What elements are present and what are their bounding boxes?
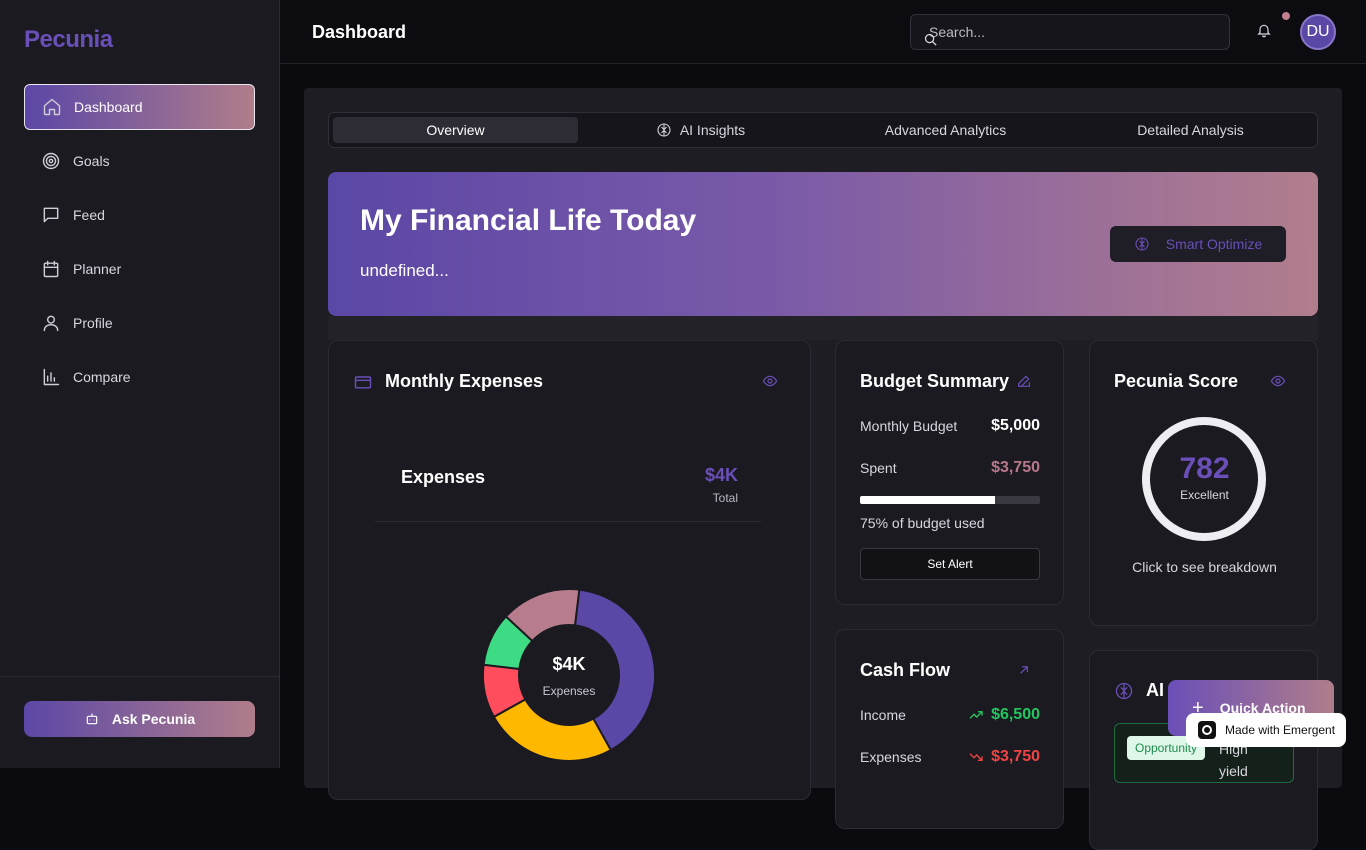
income-value: $6,500 xyxy=(991,706,1040,723)
ask-pecunia-label: Ask Pecunia xyxy=(111,711,196,727)
notification-dot xyxy=(1282,12,1290,20)
sidebar-item-feed[interactable]: Feed xyxy=(24,192,255,238)
credit-card-icon xyxy=(353,372,373,397)
hero-subtitle: undefined... xyxy=(360,261,449,280)
tab-label: Advanced Analytics xyxy=(884,122,1007,138)
sidebar-item-label: Compare xyxy=(73,369,131,385)
eye-icon[interactable] xyxy=(1270,373,1286,394)
tab-label: Overview xyxy=(426,122,485,138)
bell-icon xyxy=(1256,24,1272,42)
budget-note: 75% of budget used xyxy=(860,515,985,531)
expenses-value-group: $3,750 xyxy=(968,748,1040,766)
message-icon xyxy=(40,204,62,226)
pecunia-score-card[interactable]: Pecunia Score 782 Excellent Click to see… xyxy=(1089,340,1318,626)
income-value-group: $6,500 xyxy=(968,706,1040,724)
brand-logo[interactable]: Pecunia xyxy=(24,26,113,54)
donut-center-value: $4K xyxy=(552,654,585,674)
expenses-total-label: Total xyxy=(712,491,738,505)
trending-down-icon xyxy=(968,749,991,765)
set-alert-button[interactable]: Set Alert xyxy=(860,548,1040,580)
trending-up-icon xyxy=(968,707,991,723)
sidebar-item-label: Goals xyxy=(73,153,110,169)
tab-overview[interactable]: Overview xyxy=(333,117,578,143)
avatar[interactable]: DU xyxy=(1300,14,1336,50)
bot-icon xyxy=(84,711,112,727)
sidebar-item-goals[interactable]: Goals xyxy=(24,138,255,184)
card-title: Budget Summary xyxy=(860,371,1010,391)
smart-optimize-button[interactable]: Smart Optimize xyxy=(1110,226,1286,262)
brain-icon xyxy=(656,122,680,138)
sidebar-item-label: Dashboard xyxy=(74,99,143,115)
sidebar-item-label: Profile xyxy=(73,315,113,331)
tab-ai-insights[interactable]: AI Insights xyxy=(578,117,823,143)
sidebar-footer: Ask Pecunia xyxy=(0,676,280,768)
ask-pecunia-button[interactable]: Ask Pecunia xyxy=(24,701,255,737)
home-icon xyxy=(41,96,63,118)
spent-label: Spent xyxy=(860,460,897,476)
budget-progress-fill xyxy=(860,496,995,504)
arrow-up-right-icon[interactable] xyxy=(1016,662,1032,683)
score-hint: Click to see breakdown xyxy=(1132,559,1277,575)
smart-optimize-label: Smart Optimize xyxy=(1165,236,1263,252)
made-with-emergent-badge[interactable]: Made with Emergent xyxy=(1186,713,1346,747)
expenses-heading: Expenses xyxy=(401,467,486,487)
income-label: Income xyxy=(860,707,906,723)
budget-summary-card[interactable]: Budget Summary Monthly Budget $5,000 Spe… xyxy=(835,340,1064,605)
monthly-budget-row: Monthly Budget $5,000 xyxy=(860,417,1040,435)
brain-icon xyxy=(1114,681,1134,706)
opportunity-text-line: yield xyxy=(1219,763,1248,779)
tab-label: Detailed Analysis xyxy=(1137,122,1244,138)
edit-icon[interactable] xyxy=(1016,373,1032,394)
target-icon xyxy=(40,150,62,172)
monthly-budget-label: Monthly Budget xyxy=(860,418,958,434)
emergent-label: Made with Emergent xyxy=(1225,723,1336,737)
sidebar-nav: Dashboard Goals Feed Planner Profile Com… xyxy=(24,84,255,408)
donut-slice[interactable] xyxy=(492,697,613,762)
spent-value: $3,750 xyxy=(991,459,1040,476)
sidebar-item-label: Feed xyxy=(73,207,105,223)
bar-chart-icon xyxy=(40,366,62,388)
sidebar-item-profile[interactable]: Profile xyxy=(24,300,255,346)
hero-title: My Financial Life Today xyxy=(360,204,697,237)
sidebar-item-planner[interactable]: Planner xyxy=(24,246,255,292)
donut-center-label: Expenses xyxy=(543,684,596,698)
emergent-logo-icon xyxy=(1198,721,1216,739)
monthly-budget-value: $5,000 xyxy=(991,417,1040,434)
divider xyxy=(375,521,761,522)
expenses-value: $3,750 xyxy=(991,748,1040,765)
notifications-button[interactable] xyxy=(1256,22,1276,42)
search-input[interactable] xyxy=(923,24,1213,40)
cash-flow-card[interactable]: Cash Flow Income $6,500 Expenses $3,750 xyxy=(835,629,1064,829)
score-value: 782 xyxy=(1179,452,1230,485)
tab-detailed-analysis[interactable]: Detailed Analysis xyxy=(1068,117,1313,143)
budget-progress-bar xyxy=(860,496,1040,504)
sidebar-item-compare[interactable]: Compare xyxy=(24,354,255,400)
card-title: Pecunia Score xyxy=(1114,371,1239,391)
sidebar-item-dashboard[interactable]: Dashboard xyxy=(24,84,255,130)
sidebar-item-label: Planner xyxy=(73,261,122,277)
monthly-expenses-card[interactable]: Monthly Expenses Expenses $4K Total $4K … xyxy=(328,340,811,800)
eye-icon[interactable] xyxy=(762,373,778,394)
dashboard-tabs: Overview AI Insights Advanced Analytics … xyxy=(328,112,1318,148)
search-box[interactable] xyxy=(910,14,1230,50)
income-row: Income $6,500 xyxy=(860,706,1040,724)
expenses-row: Expenses $3,750 xyxy=(860,748,1040,766)
tab-label: AI Insights xyxy=(679,122,746,138)
page-title: Dashboard xyxy=(312,22,407,42)
spent-row: Spent $3,750 xyxy=(860,459,1040,477)
topbar: Dashboard DU xyxy=(280,0,1366,64)
calendar-icon xyxy=(40,258,62,280)
score-rating: Excellent xyxy=(1180,488,1229,502)
expenses-donut-chart[interactable]: $4K Expenses xyxy=(481,587,657,763)
user-icon xyxy=(40,312,62,334)
sidebar: Pecunia Dashboard Goals Feed Planner Pro… xyxy=(0,0,280,768)
tab-advanced-analytics[interactable]: Advanced Analytics xyxy=(823,117,1068,143)
expenses-label: Expenses xyxy=(860,749,922,765)
card-title: Cash Flow xyxy=(860,660,951,680)
card-title: Monthly Expenses xyxy=(385,371,544,391)
hero-banner: My Financial Life Today undefined... Sma… xyxy=(328,172,1318,316)
expenses-total-value: $4K xyxy=(704,465,738,485)
hero-divider xyxy=(328,316,1318,340)
brain-icon xyxy=(1134,236,1166,252)
